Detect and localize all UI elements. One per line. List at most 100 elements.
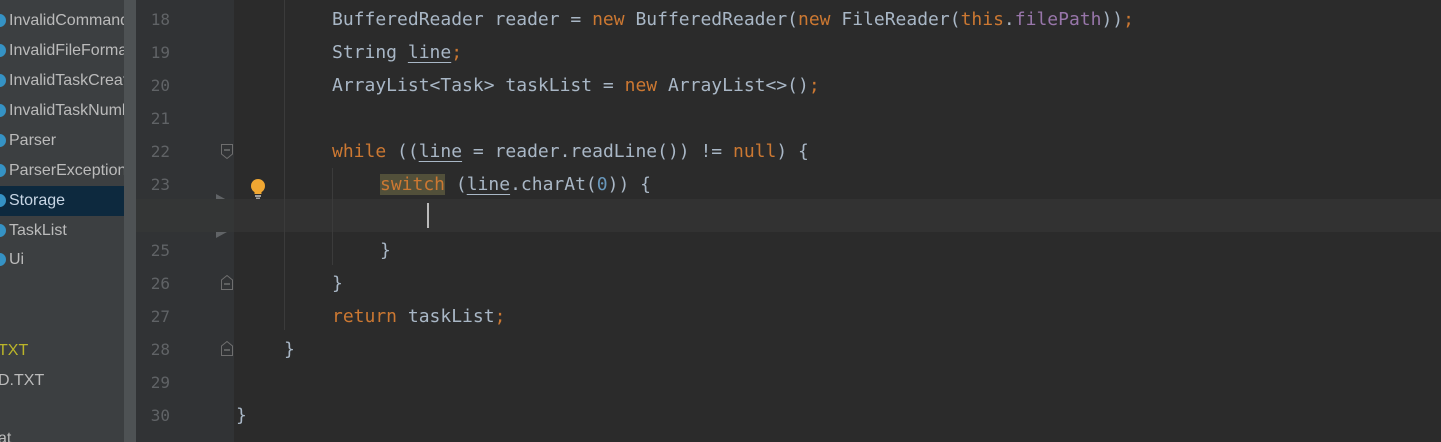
tree-item-d-txt-file[interactable]: D.TXT <box>0 366 124 396</box>
code-editor[interactable]: BufferedReader reader = new BufferedRead… <box>234 0 1441 442</box>
variable-token: line <box>466 174 511 195</box>
fold-marker-icon[interactable] <box>221 341 233 356</box>
tree-item-invalidfileformatexception[interactable]: InvalidFileFormatException <box>0 36 124 66</box>
line-number: 30 <box>150 406 170 425</box>
variable-token: line <box>418 141 463 162</box>
class-icon <box>0 14 6 27</box>
tree-item-storage[interactable]: Storage <box>0 186 124 216</box>
tree-item-label: Storage <box>9 192 66 209</box>
code-token: ArrayList<Task> taskList = <box>332 75 625 96</box>
semicolon-token: ; <box>1123 9 1134 30</box>
tree-item-label: Ui <box>9 251 25 268</box>
keyword-token-highlighted: switch <box>380 174 446 195</box>
caret-row-highlight <box>234 199 1441 232</box>
tree-item-label: TXT <box>0 342 29 359</box>
code-token: ) { <box>776 141 809 162</box>
class-icon <box>0 224 6 237</box>
class-icon <box>0 74 6 87</box>
fold-marker-icon[interactable] <box>221 144 233 159</box>
code-line-27: return taskList; <box>332 300 505 333</box>
code-line-30: } <box>236 399 247 432</box>
code-token: )) <box>1101 9 1124 30</box>
line-number: 21 <box>150 109 170 128</box>
keyword-token: new <box>798 9 831 30</box>
code-line-22: while ((line = reader.readLine()) != nul… <box>332 135 809 168</box>
keyword-token: while <box>332 141 387 162</box>
project-tree: InvalidCommandException InvalidFileForma… <box>0 0 124 442</box>
class-icon <box>0 194 6 207</box>
code-token: } <box>236 405 247 426</box>
code-token: FileReader( <box>830 9 961 30</box>
keyword-token: this <box>960 9 1004 30</box>
class-icon <box>0 134 6 147</box>
class-icon <box>0 164 6 177</box>
semicolon-token: ; <box>451 42 463 63</box>
code-line-18: BufferedReader reader = new BufferedRead… <box>332 3 1134 36</box>
variable-token: line <box>407 42 452 63</box>
code-token: . <box>1003 9 1015 30</box>
tree-item-invalidtasknumberexception[interactable]: InvalidTaskNumberException <box>0 96 124 126</box>
indent-guide <box>332 168 333 265</box>
code-token: } <box>284 339 295 360</box>
tree-item-label: InvalidCommandException <box>9 12 124 29</box>
semicolon-token: ; <box>808 75 820 96</box>
semicolon-token: ; <box>494 306 506 327</box>
line-number: 27 <box>150 307 170 326</box>
tree-item-ui[interactable]: Ui <box>0 245 124 275</box>
number-token: 0 <box>596 174 608 195</box>
code-token: } <box>332 273 343 294</box>
tree-item-at-file[interactable]: at <box>0 424 124 442</box>
tree-item-txt-file[interactable]: TXT <box>0 336 124 366</box>
line-number: 20 <box>150 76 170 95</box>
keyword-token: return <box>332 306 398 327</box>
line-number: 23 <box>150 175 170 194</box>
sidebar-scrollbar[interactable] <box>124 0 136 442</box>
keyword-token: null <box>733 141 777 162</box>
line-number: 26 <box>150 274 170 293</box>
line-number: 18 <box>150 10 170 29</box>
tree-item-tasklist[interactable]: TaskList <box>0 216 124 246</box>
tree-item-label: InvalidFileFormatException <box>9 42 124 59</box>
tree-item-label: at <box>0 430 12 442</box>
code-token: = reader.readLine()) != <box>462 141 733 162</box>
tree-item-label: InvalidTaskCreationException <box>9 72 124 89</box>
line-number: 29 <box>150 373 170 392</box>
tree-item-label: Parser <box>9 132 57 149</box>
code-line-25: } <box>380 234 391 267</box>
tree-item-parser[interactable]: Parser <box>0 126 124 156</box>
tree-item-label: ParserException <box>9 162 124 179</box>
indent-guide <box>284 0 285 330</box>
code-token: (( <box>386 141 419 162</box>
tree-item-invalidtaskcreationexception[interactable]: InvalidTaskCreationException <box>0 66 124 96</box>
code-line-20: ArrayList<Task> taskList = new ArrayList… <box>332 69 820 102</box>
code-token: ArrayList<>() <box>657 75 809 96</box>
code-token: taskList <box>397 306 495 327</box>
code-line-23: switch (line.charAt(0)) { <box>380 168 651 201</box>
code-token: BufferedReader reader = <box>332 9 593 30</box>
fold-marker-icon[interactable] <box>221 275 233 290</box>
code-token: .charAt( <box>510 174 597 195</box>
code-token: } <box>380 240 391 261</box>
tree-item-label: InvalidTaskNumberException <box>9 102 124 119</box>
keyword-token: new <box>624 75 658 96</box>
code-token: BufferedReader( <box>624 9 798 30</box>
class-icon <box>0 253 6 266</box>
code-line-19: String line; <box>332 36 462 69</box>
code-line-28: } <box>284 333 295 366</box>
class-icon <box>0 44 6 57</box>
tree-item-invalidcommandexception[interactable]: InvalidCommandException <box>0 6 124 36</box>
line-number: 28 <box>150 340 170 359</box>
code-token: )) { <box>607 174 651 195</box>
line-number: 25 <box>150 241 170 260</box>
active-line-gutter-highlight <box>136 199 234 232</box>
text-caret <box>427 203 429 228</box>
tree-item-label: D.TXT <box>0 372 45 389</box>
line-number: 19 <box>150 43 170 62</box>
class-icon <box>0 104 6 117</box>
tree-item-parserexception[interactable]: ParserException <box>0 156 124 186</box>
line-number: 22 <box>150 142 170 161</box>
keyword-token: new <box>592 9 625 30</box>
code-token: String <box>332 42 408 63</box>
code-line-26: } <box>332 267 343 300</box>
field-token: filePath <box>1014 9 1102 30</box>
